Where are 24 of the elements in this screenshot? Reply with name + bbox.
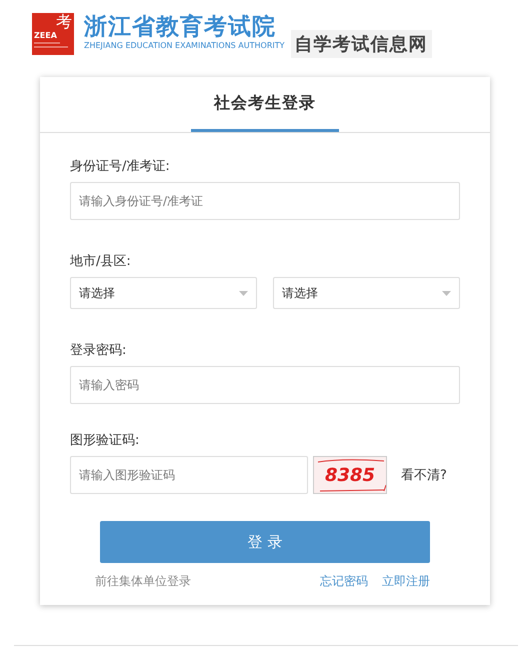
field-label: 登录密码: [70,342,128,359]
refresh-captcha-link[interactable]: 看不清? [401,466,447,484]
caret-icon [239,290,248,296]
input-field[interactable]: 请输入密码 [70,366,460,404]
login-tab[interactable]: 社会考生登录 [191,77,339,132]
field-label: 图形验证码: [70,432,140,449]
select-dropdown[interactable]: 请选择 [273,277,460,309]
account-link[interactable]: 立即注册 [382,573,430,590]
field-label: 身份证号/准考证: [70,158,171,175]
org-name: 浙江省教育考试院 [84,13,277,41]
site-name: 自学考试信息网 [290,30,432,58]
input-field[interactable]: 请输入图形验证码 [70,456,308,494]
input-field[interactable]: 请输入身份证号/准考证 [70,182,460,220]
captcha-image[interactable]: 8385 [313,456,387,494]
org-name-english: ZHEJIANG EDUCATION EXAMINATIONS AUTHORITY [84,41,285,51]
select-dropdown[interactable]: 请选择 [70,277,257,309]
account-link[interactable]: 忘记密码 [320,573,368,590]
caret-icon [442,290,451,296]
field-label: 地市/县区: [70,253,132,270]
logo-glyph: 考 [56,13,72,31]
login-button[interactable]: 登 录 [100,521,430,563]
logo-caption-lines-icon [34,42,68,48]
logo-abbr: ZEEA [34,31,57,40]
group-login-link[interactable]: 前往集体单位登录 [95,574,191,588]
